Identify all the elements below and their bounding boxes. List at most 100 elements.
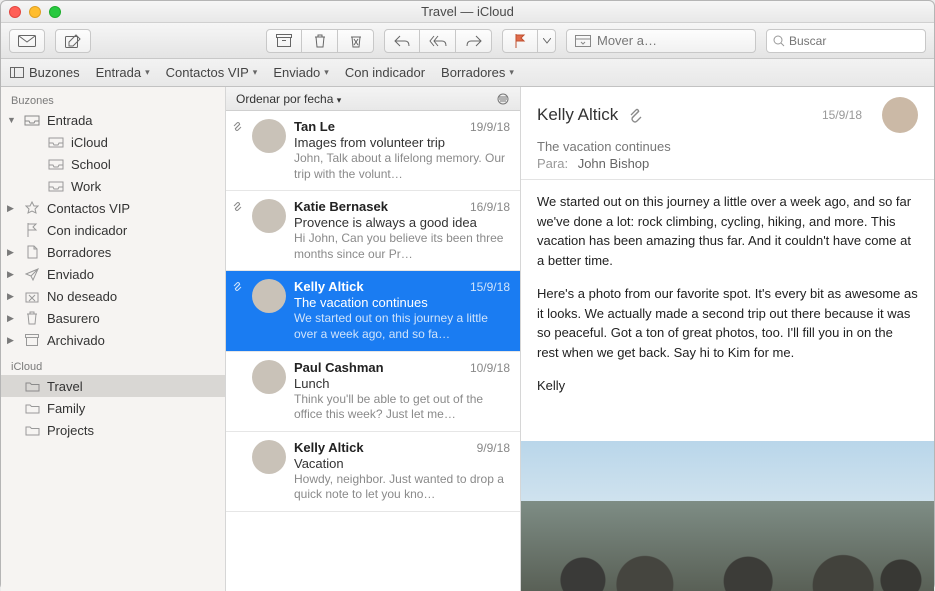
message-date: 16/9/18	[470, 200, 510, 214]
fav-flagged[interactable]: Con indicador	[345, 65, 425, 80]
trash-icon	[23, 311, 41, 325]
search-field[interactable]	[766, 29, 926, 53]
reader-avatar	[882, 97, 918, 133]
reader-paragraph: Here's a photo from our favorite spot. I…	[537, 284, 918, 362]
sidebar-inbox-school[interactable]: School	[1, 153, 225, 175]
flag-icon	[23, 223, 41, 237]
sidebar-flagged[interactable]: Con indicador	[1, 219, 225, 241]
flag-menu-button[interactable]	[538, 29, 556, 53]
sidebar-folder-travel[interactable]: Travel	[1, 375, 225, 397]
message-date: 15/9/18	[470, 280, 510, 294]
chevron-down-icon: ▾	[324, 67, 329, 78]
chevron-down-icon: ▾	[145, 67, 150, 78]
message-preview: We started out on this journey a little …	[294, 311, 510, 342]
reader-to: Para: John Bishop	[537, 156, 918, 171]
junk-button[interactable]	[338, 29, 374, 53]
move-to-icon	[575, 35, 591, 47]
sidebar-section-icloud: iCloud	[1, 357, 225, 375]
compose-button[interactable]	[55, 29, 91, 53]
sidebar-folder-projects[interactable]: Projects	[1, 419, 225, 441]
archive-button[interactable]	[266, 29, 302, 53]
delete-button[interactable]	[302, 29, 338, 53]
fav-inbox[interactable]: Entrada▾	[96, 65, 150, 80]
main-area: Buzones ▼ Entrada iCloud School Work ▶ C…	[1, 87, 934, 591]
sidebar-archive[interactable]: ▶ Archivado	[1, 329, 225, 351]
message-from: Paul Cashman	[294, 360, 384, 375]
sidebar-sent[interactable]: ▶ Enviado	[1, 263, 225, 285]
disclosure-triangle-icon[interactable]: ▶	[7, 335, 17, 346]
sidebar-trash[interactable]: ▶ Basurero	[1, 307, 225, 329]
reply-button[interactable]	[384, 29, 420, 53]
sidebar-vip[interactable]: ▶ Contactos VIP	[1, 197, 225, 219]
move-to-label: Mover a…	[597, 33, 657, 48]
disclosure-triangle-icon[interactable]: ▼	[7, 115, 17, 125]
mailboxes-label: Buzones	[29, 65, 80, 80]
message-row[interactable]: Paul Cashman 10/9/18LunchThink you'll be …	[226, 352, 520, 432]
folder-icon	[23, 423, 41, 437]
inbox-icon	[47, 179, 65, 193]
sidebar-junk[interactable]: ▶ No deseado	[1, 285, 225, 307]
message-row[interactable]: Tan Le19/9/18Images from volunteer tripJ…	[226, 111, 520, 191]
message-row[interactable]: Katie Bernasek 16/9/18Provence is always …	[226, 191, 520, 271]
get-mail-button[interactable]	[9, 29, 45, 53]
avatar	[252, 360, 286, 394]
message-row[interactable]: Kelly Altick9/9/18VacationHowdy, neighbo…	[226, 432, 520, 512]
disclosure-triangle-icon[interactable]: ▶	[7, 269, 17, 280]
sidebar-section-buzones: Buzones	[1, 91, 225, 109]
move-to-dropdown[interactable]: Mover a…	[566, 29, 756, 53]
reader-header: Kelly Altick 15/9/18 The vacation contin…	[521, 87, 934, 180]
archive-icon	[23, 333, 41, 347]
forward-button[interactable]	[456, 29, 492, 53]
fav-drafts[interactable]: Borradores▾	[441, 65, 514, 80]
chevron-down-icon: ▾	[337, 95, 342, 105]
flag-button[interactable]	[502, 29, 538, 53]
sidebar: Buzones ▼ Entrada iCloud School Work ▶ C…	[1, 87, 226, 591]
filter-icon[interactable]	[496, 93, 510, 105]
reader-to-label: Para:	[537, 156, 568, 171]
message-subject: Provence is always a good idea	[294, 215, 510, 230]
message-date: 10/9/18	[470, 361, 510, 375]
message-subject: Lunch	[294, 376, 510, 391]
avatar	[252, 199, 286, 233]
message-from: Katie Bernasek	[294, 199, 388, 214]
reader-date: 15/9/18	[822, 108, 862, 122]
search-input[interactable]	[789, 34, 935, 48]
disclosure-triangle-icon[interactable]: ▶	[7, 203, 17, 214]
attachment-icon	[628, 107, 642, 123]
attachment-icon	[232, 279, 244, 342]
fav-sent[interactable]: Enviado▾	[273, 65, 329, 80]
disclosure-triangle-icon[interactable]: ▶	[7, 247, 17, 258]
titlebar: Travel — iCloud	[1, 1, 934, 23]
folder-icon	[23, 379, 41, 393]
search-icon	[773, 35, 785, 47]
paper-plane-icon	[23, 267, 41, 281]
reader-paragraph: We started out on this journey a little …	[537, 192, 918, 270]
fav-vip[interactable]: Contactos VIP▾	[166, 65, 258, 80]
reply-all-button[interactable]	[420, 29, 456, 53]
sidebar-drafts[interactable]: ▶ Borradores	[1, 241, 225, 263]
sidebar-inbox[interactable]: ▼ Entrada	[1, 109, 225, 131]
chevron-down-icon: ▾	[509, 67, 514, 78]
inbox-icon	[47, 135, 65, 149]
toolbar: Mover a…	[1, 23, 934, 59]
message-row[interactable]: Kelly Altick15/9/18The vacation continue…	[226, 271, 520, 351]
sidebar-folder-family[interactable]: Family	[1, 397, 225, 419]
sort-bar[interactable]: Ordenar por fecha ▾	[226, 87, 520, 111]
message-date: 9/9/18	[477, 441, 510, 455]
sidebar-inbox-work[interactable]: Work	[1, 175, 225, 197]
disclosure-triangle-icon[interactable]: ▶	[7, 313, 17, 324]
window-title: Travel — iCloud	[1, 4, 934, 19]
mailboxes-toggle[interactable]: Buzones	[9, 65, 80, 81]
junk-icon	[23, 289, 41, 303]
reader-attached-photo	[521, 441, 934, 591]
disclosure-triangle-icon[interactable]: ▶	[7, 291, 17, 302]
reader-to-value: John Bishop	[578, 156, 650, 171]
message-preview: Think you'll be able to get out of the o…	[294, 392, 510, 423]
chevron-down-icon: ▾	[253, 67, 258, 78]
reader-from: Kelly Altick	[537, 105, 618, 125]
document-icon	[23, 245, 41, 259]
message-preview: Hi John, Can you believe its been three …	[294, 231, 510, 262]
message-from: Tan Le	[294, 119, 335, 134]
favorites-bar: Buzones Entrada▾ Contactos VIP▾ Enviado▾…	[1, 59, 934, 87]
sidebar-inbox-icloud[interactable]: iCloud	[1, 131, 225, 153]
